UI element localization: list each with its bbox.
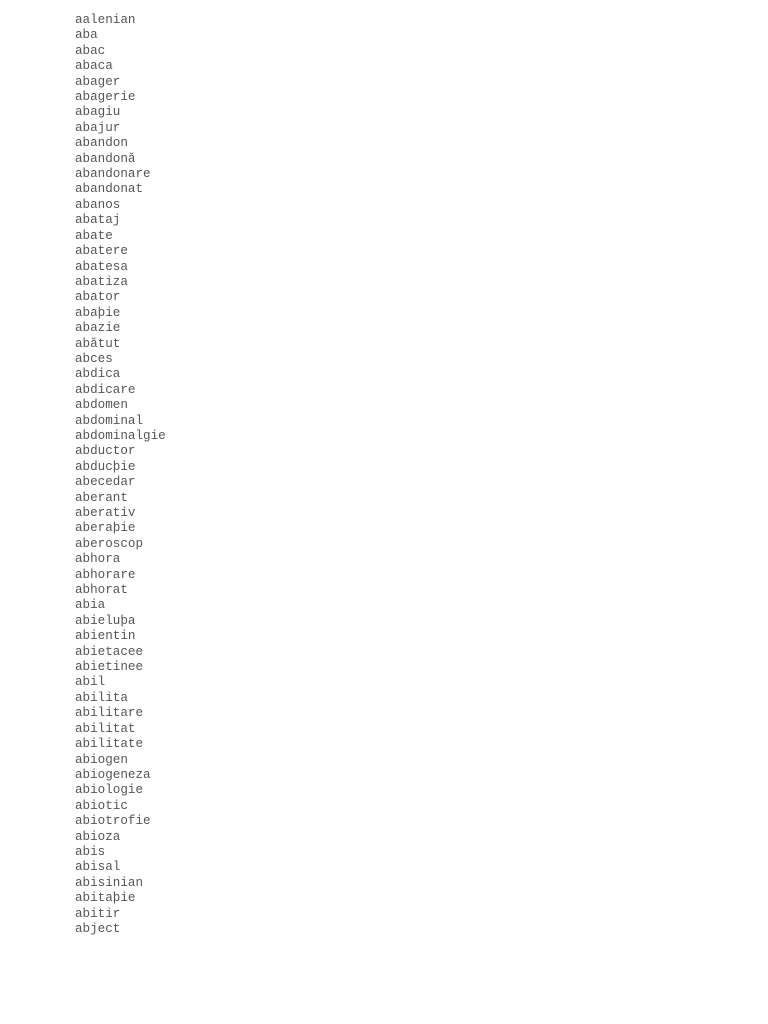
word-entry: abitaþie bbox=[75, 891, 136, 906]
word-entry: aberoscop bbox=[75, 536, 144, 551]
word-entry: abiotrofie bbox=[75, 814, 151, 829]
word-entry: aberant bbox=[75, 490, 128, 505]
word-entry: abazie bbox=[75, 321, 121, 336]
word-entry: abisinian bbox=[75, 875, 144, 890]
word-entry: abajur bbox=[75, 120, 121, 135]
word-entry: abducþie bbox=[75, 459, 136, 474]
word-entry: abioza bbox=[75, 829, 121, 844]
word-entry: abatere bbox=[75, 244, 128, 259]
word-entry: abager bbox=[75, 74, 121, 89]
word-entry: abandon bbox=[75, 136, 128, 151]
word-entry: abiogeneza bbox=[75, 767, 151, 782]
word-entry: abil bbox=[75, 675, 106, 690]
word-entry: abdica bbox=[75, 367, 121, 382]
word-entry: abanos bbox=[75, 197, 121, 212]
word-entry: abate bbox=[75, 228, 113, 243]
word-entry: abhorat bbox=[75, 583, 128, 598]
word-entry: abilitare bbox=[75, 706, 144, 721]
word-entry: abis bbox=[75, 844, 106, 859]
word-entry: abitir bbox=[75, 906, 121, 921]
word-entry: abandonat bbox=[75, 182, 144, 197]
word-entry: abdominalgie bbox=[75, 428, 166, 443]
word-entry: abientin bbox=[75, 629, 136, 644]
word-entry: abdicare bbox=[75, 382, 136, 397]
word-list: aalenian aba abac abaca abager abagerie abagiu… bbox=[75, 13, 166, 937]
word-entry: abieluþa bbox=[75, 613, 136, 628]
word-entry: abatiza bbox=[75, 274, 128, 289]
word-entry: abatesa bbox=[75, 259, 128, 274]
word-entry: abandonă bbox=[75, 151, 136, 166]
word-entry: abdomen bbox=[75, 398, 128, 413]
word-entry: abătut bbox=[75, 336, 121, 351]
word-entry: abietacee bbox=[75, 644, 144, 659]
word-entry: abiogen bbox=[75, 752, 128, 767]
word-entry: abagerie bbox=[75, 90, 136, 105]
word-entry: abecedar bbox=[75, 475, 136, 490]
word-entry: abisal bbox=[75, 860, 121, 875]
word-entry: abilitate bbox=[75, 737, 144, 752]
word-entry: abandonare bbox=[75, 167, 151, 182]
word-entry: abaca bbox=[75, 59, 113, 74]
word-entry: abilitat bbox=[75, 721, 136, 736]
word-entry: abject bbox=[75, 921, 121, 936]
word-entry: abductor bbox=[75, 444, 136, 459]
word-entry: abac bbox=[75, 43, 106, 58]
word-entry: abaþie bbox=[75, 305, 121, 320]
word-entry: abhora bbox=[75, 552, 121, 567]
word-entry: abiologie bbox=[75, 783, 144, 798]
word-entry: aberativ bbox=[75, 506, 136, 520]
word-entry: abator bbox=[75, 290, 121, 305]
word-entry: abagiu bbox=[75, 105, 121, 120]
word-entry: aberaþie bbox=[75, 521, 136, 536]
word-entry: abiotic bbox=[75, 798, 128, 813]
word-entry: abataj bbox=[75, 213, 121, 228]
word-entry: abia bbox=[75, 598, 106, 613]
word-entry: abdominal bbox=[75, 413, 144, 428]
word-entry: aalenian bbox=[75, 13, 136, 27]
word-entry: abhorare bbox=[75, 567, 136, 582]
word-entry: abilita bbox=[75, 690, 128, 705]
word-entry: abietinee bbox=[75, 660, 144, 675]
word-entry: aba bbox=[75, 28, 98, 43]
word-entry: abces bbox=[75, 351, 113, 366]
